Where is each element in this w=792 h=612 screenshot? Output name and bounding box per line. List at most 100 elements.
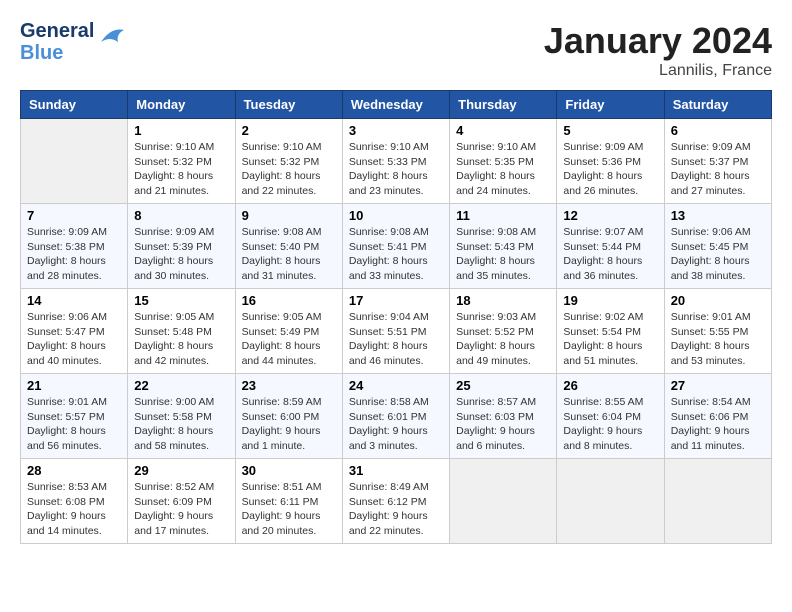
day-info: Sunrise: 9:10 AMSunset: 5:32 PMDaylight:… xyxy=(242,140,336,199)
day-info: Sunrise: 8:51 AMSunset: 6:11 PMDaylight:… xyxy=(242,480,336,539)
day-info: Sunrise: 9:09 AMSunset: 5:39 PMDaylight:… xyxy=(134,225,228,284)
calendar-week-row: 14Sunrise: 9:06 AMSunset: 5:47 PMDayligh… xyxy=(21,289,772,374)
logo-text-block: General Blue xyxy=(20,20,94,64)
day-number: 1 xyxy=(134,123,228,138)
day-number: 24 xyxy=(349,378,443,393)
day-info: Sunrise: 8:53 AMSunset: 6:08 PMDaylight:… xyxy=(27,480,121,539)
day-number: 9 xyxy=(242,208,336,223)
title-block: January 2024 Lannilis, France xyxy=(544,20,772,80)
calendar-day-cell: 25 Sunrise: 8:57 AMSunset: 6:03 PMDayligh… xyxy=(450,374,557,459)
logo: General Blue xyxy=(20,20,126,64)
weekday-header-saturday: Saturday xyxy=(664,91,771,119)
day-number: 3 xyxy=(349,123,443,138)
day-info: Sunrise: 8:57 AMSunset: 6:03 PMDaylight:… xyxy=(456,395,550,454)
day-info: Sunrise: 9:07 AMSunset: 5:44 PMDaylight:… xyxy=(563,225,657,284)
day-number: 4 xyxy=(456,123,550,138)
logo-container: General Blue xyxy=(20,20,126,64)
calendar-day-cell: 1 Sunrise: 9:10 AMSunset: 5:32 PMDaylight… xyxy=(128,119,235,204)
calendar-day-cell: 9 Sunrise: 9:08 AMSunset: 5:40 PMDaylight… xyxy=(235,204,342,289)
day-info: Sunrise: 9:06 AMSunset: 5:45 PMDaylight:… xyxy=(671,225,765,284)
calendar-day-cell: 27 Sunrise: 8:54 AMSunset: 6:06 PMDayligh… xyxy=(664,374,771,459)
calendar-day-cell: 8 Sunrise: 9:09 AMSunset: 5:39 PMDaylight… xyxy=(128,204,235,289)
calendar-day-cell: 5Sunrise: 9:09 AMSunset: 5:36 PMDaylight… xyxy=(557,119,664,204)
logo-bird-icon xyxy=(96,22,126,52)
weekday-header-monday: Monday xyxy=(128,91,235,119)
day-info: Sunrise: 9:04 AMSunset: 5:51 PMDaylight:… xyxy=(349,310,443,369)
calendar-day-cell: 18Sunrise: 9:03 AMSunset: 5:52 PMDayligh… xyxy=(450,289,557,374)
day-info: Sunrise: 9:09 AMSunset: 5:37 PMDaylight:… xyxy=(671,140,765,199)
location-title: Lannilis, France xyxy=(544,62,772,80)
day-number: 7 xyxy=(27,208,121,223)
day-info: Sunrise: 9:09 AMSunset: 5:36 PMDaylight:… xyxy=(563,140,657,199)
calendar-day-cell xyxy=(664,459,771,544)
day-info: Sunrise: 9:08 AMSunset: 5:40 PMDaylight:… xyxy=(242,225,336,284)
calendar-day-cell xyxy=(21,119,128,204)
day-info: Sunrise: 8:55 AMSunset: 6:04 PMDaylight:… xyxy=(563,395,657,454)
calendar-day-cell: 7 Sunrise: 9:09 AMSunset: 5:38 PMDaylight… xyxy=(21,204,128,289)
weekday-header-friday: Friday xyxy=(557,91,664,119)
calendar-day-cell xyxy=(557,459,664,544)
calendar-day-cell: 16 Sunrise: 9:05 AMSunset: 5:49 PMDayligh… xyxy=(235,289,342,374)
day-number: 25 xyxy=(456,378,550,393)
day-number: 19 xyxy=(563,293,657,308)
day-number: 2 xyxy=(242,123,336,138)
calendar-day-cell: 22Sunrise: 9:00 AMSunset: 5:58 PMDayligh… xyxy=(128,374,235,459)
calendar-day-cell: 19 Sunrise: 9:02 AMSunset: 5:54 PMDayligh… xyxy=(557,289,664,374)
calendar-week-row: 21 Sunrise: 9:01 AMSunset: 5:57 PMDayligh… xyxy=(21,374,772,459)
day-number: 23 xyxy=(242,378,336,393)
weekday-header-thursday: Thursday xyxy=(450,91,557,119)
calendar-day-cell: 26 Sunrise: 8:55 AMSunset: 6:04 PMDayligh… xyxy=(557,374,664,459)
day-number: 30 xyxy=(242,463,336,478)
calendar-day-cell: 12 Sunrise: 9:07 AMSunset: 5:44 PMDayligh… xyxy=(557,204,664,289)
calendar-day-cell: 6 Sunrise: 9:09 AMSunset: 5:37 PMDaylight… xyxy=(664,119,771,204)
calendar-day-cell: 10 Sunrise: 9:08 AMSunset: 5:41 PMDayligh… xyxy=(342,204,449,289)
calendar-day-cell xyxy=(450,459,557,544)
calendar-day-cell: 23 Sunrise: 8:59 AMSunset: 6:00 PMDayligh… xyxy=(235,374,342,459)
day-info: Sunrise: 9:05 AMSunset: 5:49 PMDaylight:… xyxy=(242,310,336,369)
weekday-header-sunday: Sunday xyxy=(21,91,128,119)
day-number: 12 xyxy=(563,208,657,223)
calendar-day-cell: 2 Sunrise: 9:10 AMSunset: 5:32 PMDaylight… xyxy=(235,119,342,204)
calendar-day-cell: 30 Sunrise: 8:51 AMSunset: 6:11 PMDayligh… xyxy=(235,459,342,544)
calendar-week-row: 28 Sunrise: 8:53 AMSunset: 6:08 PMDayligh… xyxy=(21,459,772,544)
day-info: Sunrise: 9:08 AMSunset: 5:41 PMDaylight:… xyxy=(349,225,443,284)
calendar-day-cell: 3 Sunrise: 9:10 AMSunset: 5:33 PMDaylight… xyxy=(342,119,449,204)
logo-general: General xyxy=(20,20,94,42)
day-number: 28 xyxy=(27,463,121,478)
day-info: Sunrise: 9:03 AMSunset: 5:52 PMDaylight:… xyxy=(456,310,550,369)
day-info: Sunrise: 9:10 AMSunset: 5:32 PMDaylight:… xyxy=(134,140,228,199)
day-info: Sunrise: 9:01 AMSunset: 5:55 PMDaylight:… xyxy=(671,310,765,369)
day-number: 16 xyxy=(242,293,336,308)
weekday-header-wednesday: Wednesday xyxy=(342,91,449,119)
day-number: 8 xyxy=(134,208,228,223)
day-number: 10 xyxy=(349,208,443,223)
day-number: 29 xyxy=(134,463,228,478)
day-info: Sunrise: 9:08 AMSunset: 5:43 PMDaylight:… xyxy=(456,225,550,284)
calendar-day-cell: 17Sunrise: 9:04 AMSunset: 5:51 PMDayligh… xyxy=(342,289,449,374)
day-info: Sunrise: 8:54 AMSunset: 6:06 PMDaylight:… xyxy=(671,395,765,454)
calendar-day-cell: 11 Sunrise: 9:08 AMSunset: 5:43 PMDayligh… xyxy=(450,204,557,289)
day-info: Sunrise: 9:01 AMSunset: 5:57 PMDaylight:… xyxy=(27,395,121,454)
day-info: Sunrise: 8:58 AMSunset: 6:01 PMDaylight:… xyxy=(349,395,443,454)
calendar-day-cell: 24 Sunrise: 8:58 AMSunset: 6:01 PMDayligh… xyxy=(342,374,449,459)
calendar-day-cell: 28 Sunrise: 8:53 AMSunset: 6:08 PMDayligh… xyxy=(21,459,128,544)
calendar-week-row: 1 Sunrise: 9:10 AMSunset: 5:32 PMDaylight… xyxy=(21,119,772,204)
day-info: Sunrise: 9:02 AMSunset: 5:54 PMDaylight:… xyxy=(563,310,657,369)
day-number: 14 xyxy=(27,293,121,308)
weekday-header-tuesday: Tuesday xyxy=(235,91,342,119)
calendar-week-row: 7 Sunrise: 9:09 AMSunset: 5:38 PMDaylight… xyxy=(21,204,772,289)
day-info: Sunrise: 9:10 AMSunset: 5:33 PMDaylight:… xyxy=(349,140,443,199)
day-number: 26 xyxy=(563,378,657,393)
day-info: Sunrise: 9:09 AMSunset: 5:38 PMDaylight:… xyxy=(27,225,121,284)
day-number: 11 xyxy=(456,208,550,223)
day-number: 21 xyxy=(27,378,121,393)
day-info: Sunrise: 8:52 AMSunset: 6:09 PMDaylight:… xyxy=(134,480,228,539)
day-number: 6 xyxy=(671,123,765,138)
day-info: Sunrise: 8:59 AMSunset: 6:00 PMDaylight:… xyxy=(242,395,336,454)
day-number: 27 xyxy=(671,378,765,393)
weekday-header-row: SundayMondayTuesdayWednesdayThursdayFrid… xyxy=(21,91,772,119)
day-info: Sunrise: 9:10 AMSunset: 5:35 PMDaylight:… xyxy=(456,140,550,199)
page-header: General Blue January 2024 Lannilis, Fran… xyxy=(20,20,772,80)
calendar-day-cell: 29 Sunrise: 8:52 AMSunset: 6:09 PMDayligh… xyxy=(128,459,235,544)
day-info: Sunrise: 8:49 AMSunset: 6:12 PMDaylight:… xyxy=(349,480,443,539)
